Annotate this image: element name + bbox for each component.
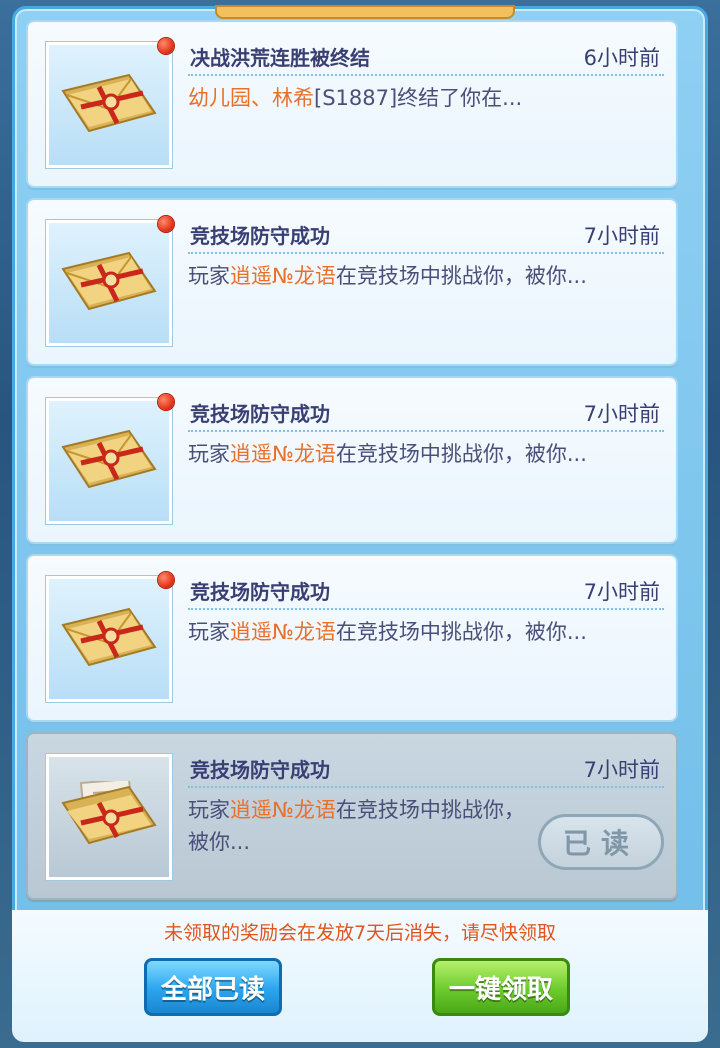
mail-time: 7小时前: [583, 402, 660, 426]
mail-item[interactable]: 竞技场防守成功 7小时前 玩家逍遥№龙语在竞技场中挑战你，被你...: [26, 198, 678, 366]
mail-item[interactable]: 决战洪荒连胜被终结 6小时前 幼儿园、林希[S1887]终结了你在...: [26, 20, 678, 188]
mail-title: 竞技场防守成功: [190, 580, 330, 604]
preview-highlight: 逍遥№龙语: [230, 798, 336, 822]
preview-text: [S1887]终结了你在...: [314, 86, 523, 110]
divider: [188, 74, 664, 76]
mail-thumbnail: [46, 398, 172, 524]
mail-thumbnail: [46, 42, 172, 168]
divider: [188, 252, 664, 254]
envelope-icon: [61, 251, 157, 311]
envelope-icon: [61, 607, 157, 667]
mail-time: 7小时前: [583, 224, 660, 248]
divider: [188, 430, 664, 432]
preview-highlight: 逍遥№龙语: [230, 620, 336, 644]
divider: [188, 608, 664, 610]
mail-preview: 玩家逍遥№龙语在竞技场中挑战你，被你...: [188, 794, 526, 858]
mail-time: 7小时前: [583, 758, 660, 782]
unread-dot-icon: [158, 216, 174, 232]
envelope-icon: [61, 73, 157, 133]
opened-envelope-icon: [61, 781, 157, 845]
preview-highlight: 幼儿园、林希: [188, 86, 314, 110]
mail-thumbnail: [46, 220, 172, 346]
preview-text: 玩家: [188, 264, 230, 288]
mail-thumbnail: [46, 576, 172, 702]
mail-title: 竞技场防守成功: [190, 402, 330, 426]
preview-text: 在竞技场中挑战你，被你...: [335, 442, 587, 466]
mail-item[interactable]: 竞技场防守成功 7小时前 玩家逍遥№龙语在竞技场中挑战你，被你...: [26, 554, 678, 722]
mail-thumbnail: [46, 754, 172, 880]
mail-time: 7小时前: [583, 580, 660, 604]
unread-dot-icon: [158, 572, 174, 588]
preview-highlight: 逍遥№龙语: [230, 442, 336, 466]
unread-dot-icon: [158, 394, 174, 410]
unread-dot-icon: [158, 38, 174, 54]
panel-top-tab: [215, 5, 515, 19]
mail-list[interactable]: 决战洪荒连胜被终结 6小时前 幼儿园、林希[S1887]终结了你在... 竞技场…: [26, 20, 678, 910]
divider: [188, 786, 664, 788]
mark-all-read-button[interactable]: 全部已读: [144, 958, 282, 1016]
mail-preview: 玩家逍遥№龙语在竞技场中挑战你，被你...: [188, 438, 656, 470]
preview-text: 玩家: [188, 798, 230, 822]
mail-title: 竞技场防守成功: [190, 758, 330, 782]
read-status-badge: 已读: [538, 814, 664, 870]
preview-text: 在竞技场中挑战你，被你...: [335, 264, 587, 288]
mail-preview: 玩家逍遥№龙语在竞技场中挑战你，被你...: [188, 616, 656, 648]
expiry-notice: 未领取的奖励会在发放7天后消失，请尽快领取: [163, 922, 557, 944]
mail-preview: 幼儿园、林希[S1887]终结了你在...: [188, 82, 656, 114]
preview-text: 在竞技场中挑战你，被你...: [335, 620, 587, 644]
mail-title: 竞技场防守成功: [190, 224, 330, 248]
mail-title: 决战洪荒连胜被终结: [190, 46, 370, 70]
mail-preview: 玩家逍遥№龙语在竞技场中挑战你，被你...: [188, 260, 656, 292]
mail-item-read[interactable]: 竞技场防守成功 7小时前 玩家逍遥№龙语在竞技场中挑战你，被你... 已读: [26, 732, 678, 900]
preview-highlight: 逍遥№龙语: [230, 264, 336, 288]
mail-time: 6小时前: [583, 46, 660, 70]
claim-all-button[interactable]: 一键领取: [432, 958, 570, 1016]
envelope-icon: [61, 429, 157, 489]
mail-footer: 未领取的奖励会在发放7天后消失，请尽快领取 全部已读 一键领取: [12, 910, 708, 1042]
preview-text: 玩家: [188, 620, 230, 644]
preview-text: 玩家: [188, 442, 230, 466]
mail-item[interactable]: 竞技场防守成功 7小时前 玩家逍遥№龙语在竞技场中挑战你，被你...: [26, 376, 678, 544]
